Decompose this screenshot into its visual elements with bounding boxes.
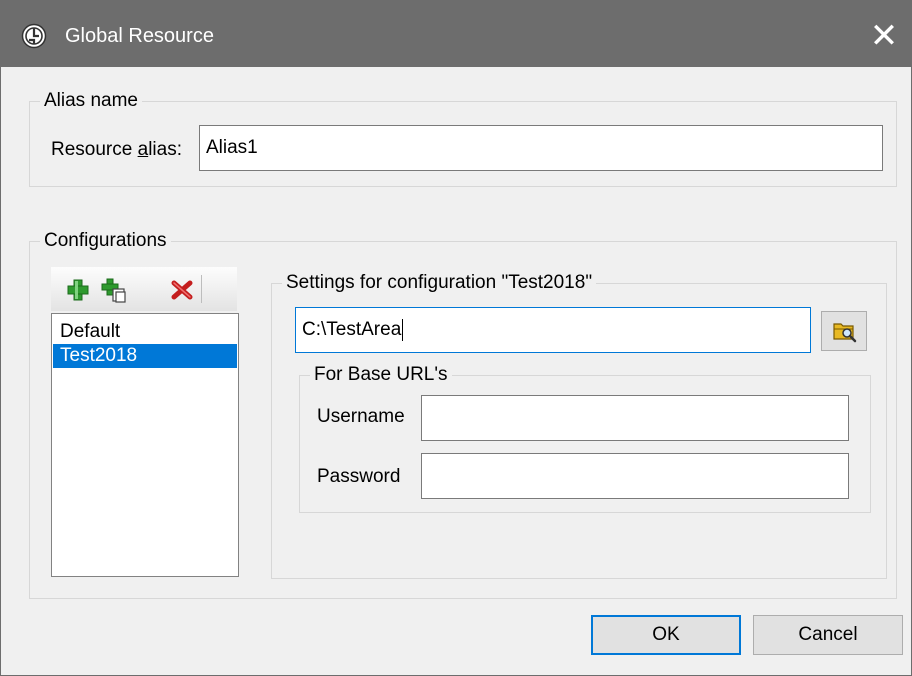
resource-alias-label: Resource alias: xyxy=(51,139,182,160)
configurations-toolbar xyxy=(51,267,237,311)
password-label: Password xyxy=(317,466,401,487)
username-input[interactable] xyxy=(421,395,849,441)
configuration-list[interactable]: Default Test2018 xyxy=(51,313,239,577)
resource-alias-input[interactable] xyxy=(199,125,883,171)
add-configuration-icon[interactable] xyxy=(65,277,91,303)
global-resource-icon xyxy=(21,23,47,49)
close-button[interactable]: ✕ xyxy=(861,13,907,59)
configurations-legend: Configurations xyxy=(40,230,171,252)
password-input[interactable] xyxy=(421,453,849,499)
close-icon: ✕ xyxy=(869,16,899,56)
path-input[interactable]: C:\TestArea xyxy=(295,307,811,353)
alias-name-legend: Alias name xyxy=(40,90,142,112)
global-resource-dialog: Global Resource ✕ Alias name Resource al… xyxy=(0,0,912,676)
browse-button[interactable] xyxy=(821,311,867,351)
base-url-legend: For Base URL's xyxy=(310,364,452,386)
toolbar-separator xyxy=(201,275,202,303)
ok-button[interactable]: OK xyxy=(591,615,741,655)
text-caret xyxy=(402,318,404,341)
username-label: Username xyxy=(317,406,405,427)
window-title: Global Resource xyxy=(65,25,214,47)
cancel-button[interactable]: Cancel xyxy=(753,615,903,655)
list-item-default[interactable]: Default xyxy=(53,320,237,344)
settings-legend: Settings for configuration "Test2018" xyxy=(282,272,597,294)
title-bar[interactable]: Global Resource ✕ xyxy=(1,1,911,67)
copy-configuration-icon[interactable] xyxy=(101,277,127,303)
delete-configuration-icon[interactable] xyxy=(169,277,195,303)
list-item-test2018[interactable]: Test2018 xyxy=(53,344,237,368)
browse-folder-icon xyxy=(833,323,857,343)
